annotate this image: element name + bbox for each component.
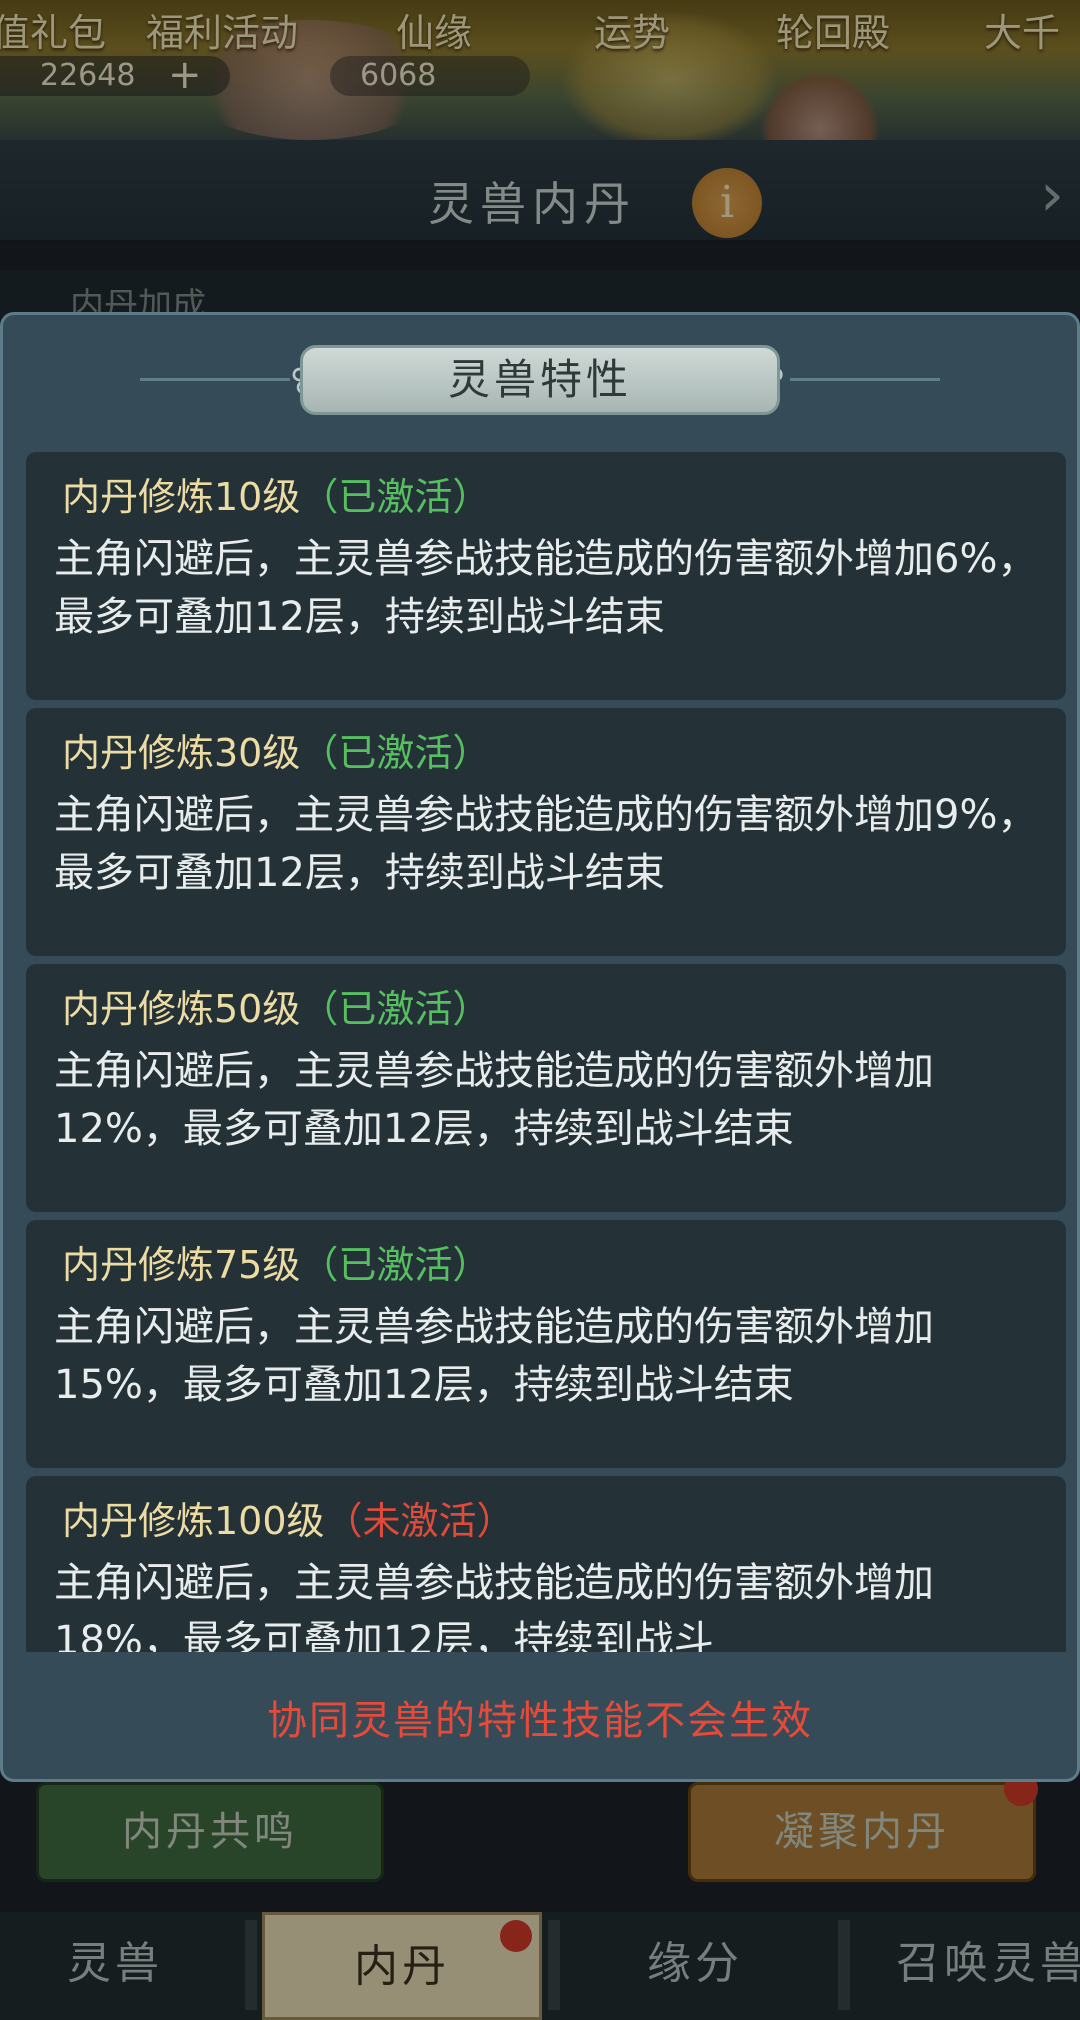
trait-status-inactive: （未激活） xyxy=(324,1499,515,1543)
trait-name: 内丹修炼10级 xyxy=(62,475,301,519)
trait-description: 主角闪避后，主灵兽参战技能造成的伤害额外增加15%，最多可叠加12层，持续到战斗… xyxy=(54,1304,934,1408)
trait-heading: 内丹修炼50级（已激活） xyxy=(62,978,490,1033)
trait-status-active: （已激活） xyxy=(300,987,491,1031)
trait-heading: 内丹修炼75级（已激活） xyxy=(62,1234,490,1289)
modal-title: 灵兽特性 xyxy=(447,355,632,404)
trait-description: 主角闪避后，主灵兽参战技能造成的伤害额外增加6%，最多可叠加12层，持续到战斗结… xyxy=(54,536,1038,640)
trait-name: 内丹修炼75级 xyxy=(62,1243,301,1287)
trait-name: 内丹修炼30级 xyxy=(62,731,301,775)
trait-card: 内丹修炼10级（已激活） 主角闪避后，主灵兽参战技能造成的伤害额外增加6%，最多… xyxy=(26,452,1066,700)
trait-card: 内丹修炼50级（已激活） 主角闪避后，主灵兽参战技能造成的伤害额外增加12%，最… xyxy=(26,964,1066,1212)
title-divider-left xyxy=(140,378,290,381)
trait-name: 内丹修炼50级 xyxy=(62,987,301,1031)
trait-list[interactable]: 内丹修炼10级（已激活） 主角闪避后，主灵兽参战技能造成的伤害额外增加6%，最多… xyxy=(26,452,1066,1652)
trait-name: 内丹修炼100级 xyxy=(62,1499,325,1543)
trait-description: 主角闪避后，主灵兽参战技能造成的伤害额外增加18%，最多可叠加12层，持续到战斗 xyxy=(54,1560,934,1652)
trait-heading: 内丹修炼100级（未激活） xyxy=(62,1490,515,1545)
trait-description: 主角闪避后，主灵兽参战技能造成的伤害额外增加9%，最多可叠加12层，持续到战斗结… xyxy=(54,792,1038,896)
trait-status-active: （已激活） xyxy=(300,1243,491,1287)
trait-heading: 内丹修炼30级（已激活） xyxy=(62,722,490,777)
title-divider-right xyxy=(790,378,940,381)
trait-status-active: （已激活） xyxy=(300,731,491,775)
trait-status-active: （已激活） xyxy=(300,475,491,519)
trait-card: 内丹修炼75级（已激活） 主角闪避后，主灵兽参战技能造成的伤害额外增加15%，最… xyxy=(26,1220,1066,1468)
modal-title-banner: 灵兽特性 xyxy=(300,345,780,415)
modal-footer-note: 协同灵兽的特性技能不会生效 xyxy=(267,1698,813,1744)
trait-card: 内丹修炼100级（未激活） 主角闪避后，主灵兽参战技能造成的伤害额外增加18%，… xyxy=(26,1476,1066,1652)
trait-heading: 内丹修炼10级（已激活） xyxy=(62,466,490,521)
trait-card: 内丹修炼30级（已激活） 主角闪避后，主灵兽参战技能造成的伤害额外增加9%，最多… xyxy=(26,708,1066,956)
trait-description: 主角闪避后，主灵兽参战技能造成的伤害额外增加12%，最多可叠加12层，持续到战斗… xyxy=(54,1048,934,1152)
